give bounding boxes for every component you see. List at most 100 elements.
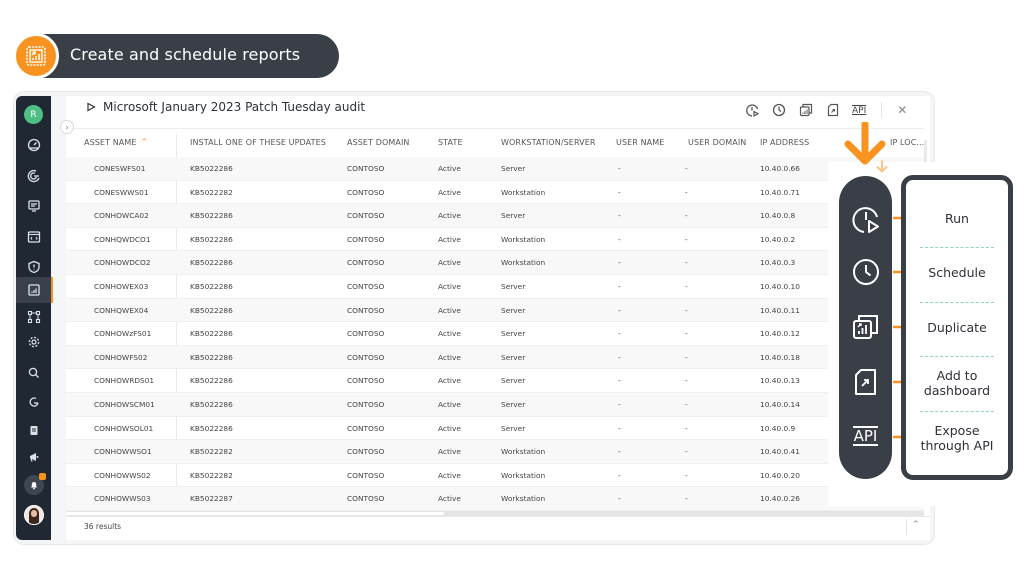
sidebar-item-assets[interactable] xyxy=(16,193,51,219)
sidebar-item-refresh[interactable] xyxy=(16,389,51,415)
clock-icon[interactable] xyxy=(771,102,787,118)
table-row[interactable]: CONHOWRDS01 KB5022286 CONTOSO Active Server -… xyxy=(66,369,924,393)
sidebar-item-clipboard[interactable] xyxy=(16,417,51,443)
cell-update: KB5022286 xyxy=(190,281,233,291)
refresh-icon xyxy=(28,397,39,407)
sidebar-item-notifications[interactable] xyxy=(16,472,51,498)
cell-asset-name: CONHOWWSO1 xyxy=(94,447,152,457)
play-icon[interactable] xyxy=(86,102,96,112)
cell-user-name: - xyxy=(618,423,621,433)
sort-ascending-icon[interactable]: ⌃ xyxy=(141,138,149,148)
cell-user-name: - xyxy=(618,470,621,480)
action-run[interactable]: Run xyxy=(906,211,1008,226)
horizontal-scroll-thumb[interactable] xyxy=(66,512,444,515)
cell-ip-address: 10.40.0.20 xyxy=(760,470,800,480)
cell-user-domain: - xyxy=(685,494,688,504)
table-row[interactable]: CONESWFS01 KB5022286 CONTOSO Active Server - -… xyxy=(66,157,924,181)
actions-panel: Run Schedule Duplicate Add to dashboard … xyxy=(901,175,1013,480)
cell-asset-domain: CONTOSO xyxy=(347,258,385,268)
table-row[interactable]: CONHOWSCM01 KB5022286 CONTOSO Active Server -… xyxy=(66,392,924,417)
column-header-ip-location[interactable]: IP LOC... xyxy=(890,138,924,147)
cell-user-name: - xyxy=(618,352,621,362)
column-header-state[interactable]: STATE xyxy=(438,138,463,147)
column-header-ip-address[interactable]: IP ADDRESS xyxy=(760,138,809,147)
cell-update: KB5022286 xyxy=(190,258,233,268)
add-dashboard-icon[interactable] xyxy=(825,102,841,118)
table-row[interactable]: CONHOWWSO1 KB5022282 CONTOSO Active Workstat… xyxy=(66,440,924,464)
action-add-to-dashboard[interactable]: Add to dashboard xyxy=(906,368,1008,398)
sidebar: R xyxy=(16,96,53,540)
results-count: 36 results xyxy=(84,522,122,531)
cell-asset-domain: CONTOSO xyxy=(347,187,385,197)
close-icon[interactable]: ✕ xyxy=(897,103,907,117)
divider xyxy=(920,247,994,248)
table-row[interactable]: CONHOWWS02 KB5022282 CONTOSO Active Workstat… xyxy=(66,464,924,488)
column-header-updates[interactable]: INSTALL ONE OF THESE UPDATES xyxy=(190,138,326,147)
table-row[interactable]: CONHOWzFS01 KB5022286 CONTOSO Active Server -… xyxy=(66,322,924,346)
sidebar-item-announcements[interactable] xyxy=(16,444,51,470)
chevron-up-icon[interactable]: ⌃ xyxy=(912,520,920,530)
cell-type: Workstation xyxy=(501,187,546,197)
cell-update: KB5022286 xyxy=(190,399,233,409)
table-row[interactable]: CONHQWEX04 KB5022286 CONTOSO Active Server - -… xyxy=(66,298,924,323)
sidebar-item-scans[interactable] xyxy=(16,163,51,189)
action-schedule[interactable]: Schedule xyxy=(906,265,1008,280)
table-row[interactable]: CONESWWS01 KB5022282 CONTOSO Active Workstat… xyxy=(66,181,924,205)
cell-user-domain: - xyxy=(685,470,688,480)
run-icon[interactable] xyxy=(744,102,760,118)
action-duplicate[interactable]: Duplicate xyxy=(906,320,1008,335)
clipboard-icon xyxy=(30,426,37,435)
cell-state: Active xyxy=(438,281,461,291)
cell-ip-address: 10.40.0.18 xyxy=(760,352,800,362)
cell-asset-name: CONHOWSCM01 xyxy=(94,399,155,409)
cell-type: Server xyxy=(501,329,526,339)
api-button[interactable]: API xyxy=(852,104,867,116)
cell-user-domain: - xyxy=(685,211,688,221)
sidebar-item-search[interactable] xyxy=(16,360,51,386)
user-avatar[interactable]: R xyxy=(24,105,43,124)
cell-type: Server xyxy=(501,352,526,362)
action-expose-api[interactable]: Expose through API xyxy=(906,423,1008,453)
duplicate-icon[interactable] xyxy=(798,102,814,118)
cell-update: KB5022282 xyxy=(190,470,233,480)
cell-asset-name: CONHOWSOL01 xyxy=(94,423,154,433)
table-row[interactable]: CONHOWDCO2 KB5022286 CONTOSO Active Workstat… xyxy=(66,251,924,275)
sidebar-item-diagrams[interactable] xyxy=(16,304,51,330)
column-header-asset-domain[interactable]: ASSET DOMAIN xyxy=(347,138,410,147)
table-row[interactable]: CONHOWSOL01 KB5022286 CONTOSO Active Server -… xyxy=(66,417,924,441)
sidebar-item-software[interactable] xyxy=(16,224,51,250)
add-dashboard-icon[interactable] xyxy=(839,364,892,400)
cell-user-domain: - xyxy=(685,258,688,268)
table-row[interactable]: CONHOWFS02 KB5022286 CONTOSO Active Server - -… xyxy=(66,345,924,370)
column-header-user-name[interactable]: USER NAME xyxy=(616,138,664,147)
user-avatar-icon xyxy=(23,505,44,525)
column-header-asset-name[interactable]: ASSET NAME ⌃ xyxy=(84,138,148,148)
report-chart-icon xyxy=(13,33,59,79)
cell-ip-address: 10.40.0.41 xyxy=(760,447,800,457)
code-window-icon xyxy=(27,231,40,243)
table-row[interactable]: CONHOWEX03 KB5022286 CONTOSO Active Server - -… xyxy=(66,275,924,299)
table-footer xyxy=(66,516,930,540)
api-icon[interactable]: API xyxy=(839,418,892,454)
run-icon[interactable] xyxy=(839,202,892,238)
column-header-user-domain[interactable]: USER DOMAIN xyxy=(688,138,746,147)
table-row[interactable]: CONHQWDCO1 KB5022286 CONTOSO Active Workstat… xyxy=(66,228,924,252)
expand-sidebar-button[interactable]: › xyxy=(60,120,74,134)
table-row[interactable]: CONHOWCA02 KB5022286 CONTOSO Active Server - -… xyxy=(66,204,924,228)
cell-type: Server xyxy=(501,281,526,291)
cell-type: Workstation xyxy=(501,258,546,268)
sidebar-item-settings[interactable] xyxy=(16,329,51,355)
clock-icon[interactable] xyxy=(839,254,892,290)
sidebar-item-dashboard[interactable] xyxy=(16,132,51,158)
duplicate-icon[interactable] xyxy=(839,309,892,345)
sidebar-item-reports[interactable] xyxy=(16,277,53,303)
search-icon xyxy=(28,367,39,378)
cell-asset-name: CONHOWDCO2 xyxy=(94,258,151,268)
cell-user-name: - xyxy=(618,234,621,244)
sidebar-item-profile[interactable] xyxy=(16,502,51,528)
table-row[interactable]: CONHOWWS03 KB5022287 CONTOSO Active Workstat… xyxy=(66,487,924,511)
cell-asset-name: CONESWWS01 xyxy=(94,187,149,197)
column-header-workstation-server[interactable]: WORKSTATION/SERVER xyxy=(501,138,596,147)
cell-user-domain: - xyxy=(685,376,688,386)
megaphone-icon xyxy=(29,453,38,462)
